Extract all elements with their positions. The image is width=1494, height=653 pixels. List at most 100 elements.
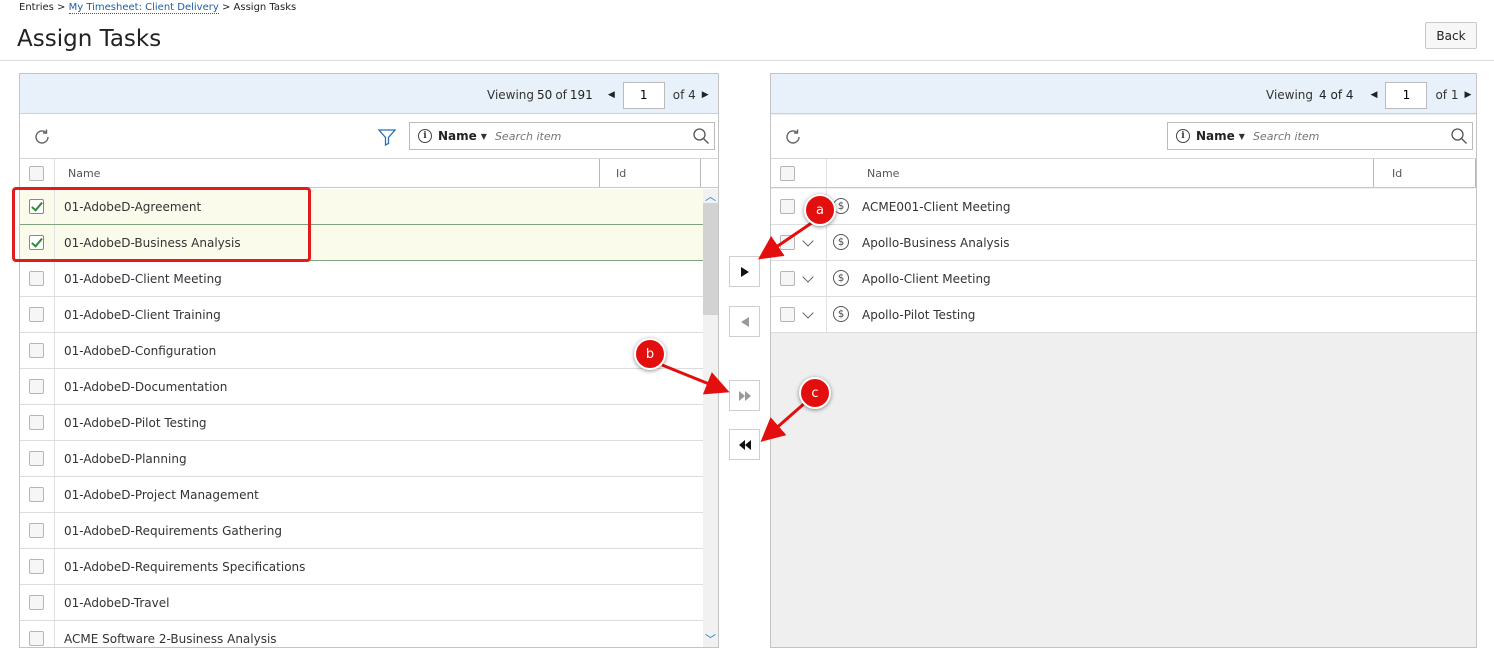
task-name: 01-AdobeD-Documentation <box>64 380 228 394</box>
expand-chevron-icon[interactable] <box>802 235 814 247</box>
table-row[interactable]: $ ACME001-Client Meeting <box>771 189 1476 225</box>
right-prev-page-icon[interactable]: ◀ <box>1371 90 1378 100</box>
left-column-header: Name Id <box>20 158 718 188</box>
row-checkbox[interactable] <box>29 307 44 322</box>
right-page-of: of 1 <box>1435 88 1459 102</box>
task-name: 01-AdobeD-Configuration <box>64 344 217 358</box>
table-row[interactable]: 01-AdobeD-Pilot Testing <box>20 405 718 441</box>
row-checkbox[interactable] <box>29 415 44 430</box>
scroll-down-icon[interactable]: ﹀ <box>705 631 716 647</box>
annotation-badge-c: c <box>799 377 831 409</box>
right-search-input[interactable] <box>1252 129 1433 143</box>
search-icon[interactable] <box>692 127 710 145</box>
left-select-all-checkbox[interactable] <box>29 166 44 181</box>
left-total-count: 191 <box>569 88 593 102</box>
chevron-down-icon[interactable]: ▼ <box>481 132 487 141</box>
right-page-input[interactable] <box>1385 81 1428 109</box>
table-row[interactable]: 01-AdobeD-Configuration <box>20 333 718 369</box>
right-task-list: $ ACME001-Client Meeting $ Apollo-Business … <box>771 189 1476 333</box>
left-pager-bar: Viewing 50 of 191 ◀ of 4 ▶ <box>20 74 718 114</box>
chevron-down-icon[interactable]: ▼ <box>1239 132 1245 141</box>
task-name: 01-AdobeD-Requirements Specifications <box>64 560 306 574</box>
right-col-id[interactable]: Id <box>1392 167 1402 180</box>
search-icon[interactable] <box>1450 127 1468 145</box>
row-checkbox[interactable] <box>780 307 795 322</box>
task-name: Apollo-Client Meeting <box>862 272 991 286</box>
breadcrumb-current: Assign Tasks <box>233 2 297 13</box>
move-right-button[interactable] <box>729 256 760 287</box>
row-checkbox[interactable] <box>29 523 44 538</box>
assigned-tasks-panel: Viewing 4 of 4 ◀ of 1 ▶ i Name ▼ Name Id… <box>770 73 1477 648</box>
task-name: Apollo-Pilot Testing <box>862 308 976 322</box>
table-row[interactable]: 01-AdobeD-Requirements Specifications <box>20 549 718 585</box>
table-row[interactable]: 01-AdobeD-Requirements Gathering <box>20 513 718 549</box>
right-search-field-selector[interactable]: Name <box>1196 129 1235 143</box>
left-scrollbar[interactable]: ︿ ﹀ <box>703 188 718 647</box>
left-search-input[interactable] <box>494 129 675 143</box>
left-col-name[interactable]: Name <box>68 167 100 180</box>
expand-chevron-icon[interactable] <box>802 271 814 283</box>
row-checkbox[interactable] <box>780 271 795 286</box>
right-column-header: Name Id <box>771 158 1476 188</box>
right-select-all-checkbox[interactable] <box>780 166 795 181</box>
left-col-id[interactable]: Id <box>616 167 626 180</box>
info-icon[interactable]: i <box>1176 129 1190 143</box>
row-checkbox[interactable] <box>29 271 44 286</box>
filter-icon[interactable] <box>377 127 397 147</box>
row-checkbox[interactable] <box>29 595 44 610</box>
table-row[interactable]: 01-AdobeD-Travel <box>20 585 718 621</box>
scroll-thumb[interactable] <box>703 203 718 315</box>
info-icon[interactable]: i <box>418 129 432 143</box>
left-viewing-count: 50 <box>537 88 553 102</box>
breadcrumb-timesheet-link[interactable]: My Timesheet: Client Delivery <box>68 2 219 14</box>
move-all-left-button[interactable] <box>729 429 760 460</box>
table-row[interactable]: 01-AdobeD-Planning <box>20 441 718 477</box>
row-checkbox[interactable] <box>29 343 44 358</box>
row-checkbox[interactable] <box>780 235 795 250</box>
row-checkbox[interactable] <box>29 559 44 574</box>
left-refresh-icon[interactable] <box>32 127 52 147</box>
row-checkbox[interactable] <box>29 451 44 466</box>
breadcrumb-entries[interactable]: Entries <box>19 2 54 13</box>
billable-dollar-icon: $ <box>833 234 849 250</box>
table-row[interactable]: 01-AdobeD-Documentation <box>20 369 718 405</box>
table-row[interactable]: 01-AdobeD-Client Training <box>20 297 718 333</box>
back-button[interactable]: Back <box>1425 22 1477 49</box>
scroll-up-icon[interactable]: ︿ <box>705 188 716 204</box>
breadcrumb-separator: > <box>57 2 66 13</box>
row-checkbox[interactable] <box>29 487 44 502</box>
table-row[interactable]: ACME Software 2-Business Analysis <box>20 621 718 647</box>
arrow-right-icon <box>740 266 749 277</box>
left-prev-page-icon[interactable]: ◀ <box>608 90 615 100</box>
table-row[interactable]: $ Apollo-Business Analysis <box>771 225 1476 261</box>
left-next-page-icon[interactable]: ▶ <box>702 90 709 100</box>
table-row[interactable]: 01-AdobeD-Project Management <box>20 477 718 513</box>
left-search-box[interactable]: i Name ▼ <box>409 122 715 150</box>
move-left-button[interactable] <box>729 306 760 337</box>
row-checkbox[interactable] <box>29 379 44 394</box>
annotation-badge-b: b <box>634 338 666 370</box>
right-refresh-icon[interactable] <box>783 127 803 147</box>
right-search-box[interactable]: i Name ▼ <box>1167 122 1473 150</box>
task-name: 01-AdobeD-Pilot Testing <box>64 416 207 430</box>
left-search-field-selector[interactable]: Name <box>438 129 477 143</box>
table-row[interactable]: $ Apollo-Pilot Testing <box>771 297 1476 333</box>
breadcrumb: Entries > My Timesheet: Client Delivery … <box>19 2 297 14</box>
billable-dollar-icon: $ <box>833 306 849 322</box>
right-col-name[interactable]: Name <box>867 167 899 180</box>
breadcrumb-separator: > <box>221 2 231 13</box>
right-next-page-icon[interactable]: ▶ <box>1464 90 1471 100</box>
left-page-input[interactable] <box>622 81 665 109</box>
right-viewing-label: Viewing <box>1266 88 1314 102</box>
table-row[interactable]: $ Apollo-Client Meeting <box>771 261 1476 297</box>
row-checkbox[interactable] <box>29 631 44 646</box>
left-pager: Viewing 50 of 191 ◀ of 4 ▶ <box>487 81 709 109</box>
task-name: 01-AdobeD-Requirements Gathering <box>64 524 282 538</box>
page-title: Assign Tasks <box>17 26 162 52</box>
expand-chevron-icon[interactable] <box>802 307 814 319</box>
task-name: 01-AdobeD-Client Training <box>64 308 221 322</box>
table-row[interactable]: 01-AdobeD-Client Meeting <box>20 261 718 297</box>
row-checkbox[interactable] <box>780 199 795 214</box>
arrow-left-icon <box>740 316 749 327</box>
move-all-right-button[interactable] <box>729 380 760 411</box>
